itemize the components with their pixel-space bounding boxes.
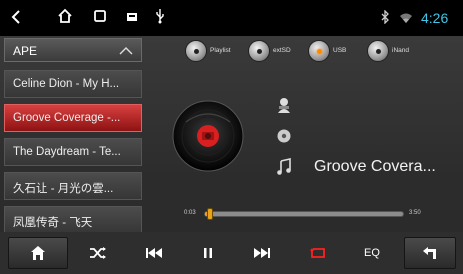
previous-icon xyxy=(146,248,162,258)
recent-apps-icon[interactable] xyxy=(93,9,107,28)
playlist-item[interactable]: The Daydream - Te... xyxy=(4,138,142,166)
playlist-panel: APE Celine Dion - My H... Groove Coverag… xyxy=(4,38,142,234)
progress-handle[interactable] xyxy=(206,208,213,220)
artist-icon xyxy=(276,96,292,119)
bluetooth-icon xyxy=(380,9,390,29)
previous-button[interactable] xyxy=(132,237,176,269)
status-bar: 4:26 xyxy=(0,0,463,36)
home-button[interactable] xyxy=(8,237,68,269)
chevron-up-icon[interactable] xyxy=(119,46,133,55)
source-indicator-active xyxy=(308,40,330,62)
shuffle-button[interactable] xyxy=(76,237,120,269)
playlist-folder-label: APE xyxy=(13,44,38,58)
playlist-item[interactable]: 凤凰传奇 - 飞天 xyxy=(4,206,142,234)
progress-bar[interactable] xyxy=(204,211,404,217)
source-indicator xyxy=(248,40,270,62)
elapsed-time: 0:03 xyxy=(184,210,196,216)
pause-icon xyxy=(204,248,212,258)
playlist-item[interactable]: 久石让 - 月光の雲... xyxy=(4,172,142,200)
usb-icon xyxy=(155,8,165,29)
next-button[interactable] xyxy=(240,237,284,269)
next-icon xyxy=(254,248,270,258)
home-icon xyxy=(31,246,45,260)
wifi-icon xyxy=(399,11,413,29)
album-disc xyxy=(172,100,244,172)
screenshot-icon[interactable] xyxy=(126,10,138,28)
playlist-item[interactable]: Celine Dion - My H... xyxy=(4,70,142,98)
pause-button[interactable] xyxy=(186,237,230,269)
playlist-folder-header[interactable]: APE xyxy=(4,38,142,62)
back-icon[interactable] xyxy=(10,9,22,30)
source-indicator xyxy=(185,40,207,62)
playlist-item-selected[interactable]: Groove Coverage -... xyxy=(4,104,142,132)
album-icon xyxy=(276,128,292,149)
source-indicator xyxy=(367,40,389,62)
status-time: 4:26 xyxy=(421,10,449,26)
repeat-button[interactable] xyxy=(296,237,340,269)
total-time: 3:50 xyxy=(409,210,421,216)
back-arrow-icon xyxy=(423,247,436,259)
back-button[interactable] xyxy=(404,237,456,269)
home-icon[interactable] xyxy=(57,8,73,29)
eq-button[interactable]: EQ xyxy=(350,237,394,269)
music-player: APE Celine Dion - My H... Groove Coverag… xyxy=(0,36,463,274)
music-note-icon xyxy=(276,158,292,181)
shuffle-icon xyxy=(90,247,106,259)
control-bar: EQ xyxy=(0,232,463,274)
repeat-icon xyxy=(310,248,325,258)
track-title: Groove Covera... xyxy=(314,158,436,175)
